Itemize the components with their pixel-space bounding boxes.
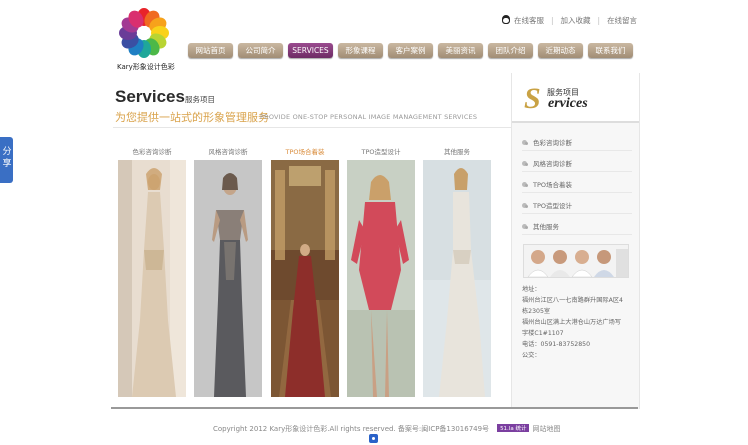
nav-cases[interactable]: 客户案例 xyxy=(388,43,433,58)
nav-beauty-news[interactable]: 美丽资讯 xyxy=(438,43,483,58)
page-title: Services xyxy=(115,87,185,106)
contact-address-line: 福州台山区满上大港仓山万达广场写 xyxy=(522,319,621,326)
page-subtitle: 服务项目 xyxy=(185,95,215,104)
nav-about[interactable]: 公司简介 xyxy=(238,43,283,58)
sidebar-item-label: TPO场合着装 xyxy=(533,181,573,189)
qq-icon xyxy=(502,15,510,24)
bullet-icon xyxy=(522,224,528,229)
sidebar-item-style[interactable]: 风格咨询诊断 xyxy=(522,158,572,168)
divider xyxy=(522,213,632,214)
sidebar-item-color[interactable]: 色彩咨询诊断 xyxy=(522,137,572,147)
divider: | xyxy=(551,16,554,25)
sidebar-item-label: 色彩咨询诊断 xyxy=(533,139,572,147)
nav-home[interactable]: 网站首页 xyxy=(188,43,233,58)
divider: | xyxy=(597,16,601,25)
gallery-caption-tpo-styling[interactable]: TPO造型设计 xyxy=(347,146,415,156)
add-favorite-link[interactable]: 加入收藏 xyxy=(561,15,591,26)
sidebar-item-label: 风格咨询诊断 xyxy=(533,160,572,168)
sidebar-item-tpo-styling[interactable]: TPO造型设计 xyxy=(522,200,572,210)
nav-team[interactable]: 团队介绍 xyxy=(488,43,533,58)
contact-address-line: 栋2305室 xyxy=(522,308,551,315)
sidebar-title-en: ervices xyxy=(548,96,588,111)
sidebar: S 服务项目 ervices 色彩咨询诊断 风格咨询诊断 TPO场合着装 TPO… xyxy=(511,73,640,409)
gallery-photo-style[interactable] xyxy=(194,160,262,397)
nav-recent[interactable]: 近期动态 xyxy=(538,43,583,58)
footer: Copyright 2012 Kary形象设计色彩.All rights res… xyxy=(213,424,560,434)
contact-bus: 公交： xyxy=(522,352,541,359)
contact-address-line: 字楼C1#1107 xyxy=(522,330,564,337)
sitemap-link[interactable]: 网站地图 xyxy=(532,425,560,433)
bullet-icon xyxy=(522,182,528,187)
customer-service-photo xyxy=(523,244,629,278)
gallery-caption-other[interactable]: 其他服务 xyxy=(423,146,491,156)
online-service-link[interactable]: 在线客服 xyxy=(514,15,544,26)
slogan-en: PROVIDE ONE-STOP PERSONAL IMAGE MANAGEME… xyxy=(260,113,478,121)
sidebar-logo-letter: S xyxy=(524,82,541,115)
gallery-caption-style[interactable]: 风格咨询诊断 xyxy=(194,146,262,156)
bullet-icon xyxy=(522,203,528,208)
sidebar-item-other[interactable]: 其他服务 xyxy=(522,221,559,231)
share-tab[interactable]: 分享 xyxy=(0,137,13,183)
copyright-text: Copyright 2012 Kary形象设计色彩.All rights res… xyxy=(213,425,490,433)
stats-badge[interactable]: 51.la 统计 xyxy=(497,424,530,432)
gallery-photo-color[interactable] xyxy=(118,160,186,397)
bullet-icon xyxy=(522,161,528,166)
sidebar-item-label: TPO造型设计 xyxy=(533,202,573,210)
baidu-paw-icon[interactable] xyxy=(369,434,378,443)
contact-phone: 电话：0591-83752850 xyxy=(522,341,591,348)
divider xyxy=(522,192,632,193)
bullet-icon xyxy=(522,140,528,145)
logo-color-wheel-icon[interactable] xyxy=(118,7,170,59)
sidebar-header: S 服务项目 ervices xyxy=(512,73,639,123)
divider xyxy=(522,171,632,172)
divider xyxy=(522,234,632,235)
top-links: 在线客服 | 加入收藏 | 在线留言 xyxy=(502,15,637,26)
logo-text: Kary形象设计色彩 xyxy=(117,63,175,71)
logo-center xyxy=(137,26,151,40)
gallery-caption-tpo-dress[interactable]: TPO场合着装 xyxy=(271,146,339,156)
share-label: 分享 xyxy=(2,147,12,169)
divider xyxy=(522,150,632,151)
nav-services[interactable]: SERVICES xyxy=(288,43,333,58)
online-message-link[interactable]: 在线留言 xyxy=(607,15,637,26)
sidebar-item-label: 其他服务 xyxy=(533,223,559,231)
sidebar-item-tpo-dress[interactable]: TPO场合着装 xyxy=(522,179,572,189)
footer-divider xyxy=(111,407,638,409)
slogan-cn: 为您提供一站式的形象管理服务 xyxy=(115,111,269,124)
gallery-caption-color[interactable]: 色彩咨询诊断 xyxy=(118,146,186,156)
gallery-photo-tpo-dress[interactable] xyxy=(271,160,339,397)
divider xyxy=(113,127,511,128)
nav-contact[interactable]: 联系我们 xyxy=(588,43,633,58)
contact-address-line: 福州台江区八一七南路群升国际A区4 xyxy=(522,297,623,304)
gallery-photo-other[interactable] xyxy=(423,160,491,397)
gallery-photo-tpo-styling[interactable] xyxy=(347,160,415,397)
contact-address-label: 地址： xyxy=(522,286,541,293)
nav-courses[interactable]: 形象课程 xyxy=(338,43,383,58)
